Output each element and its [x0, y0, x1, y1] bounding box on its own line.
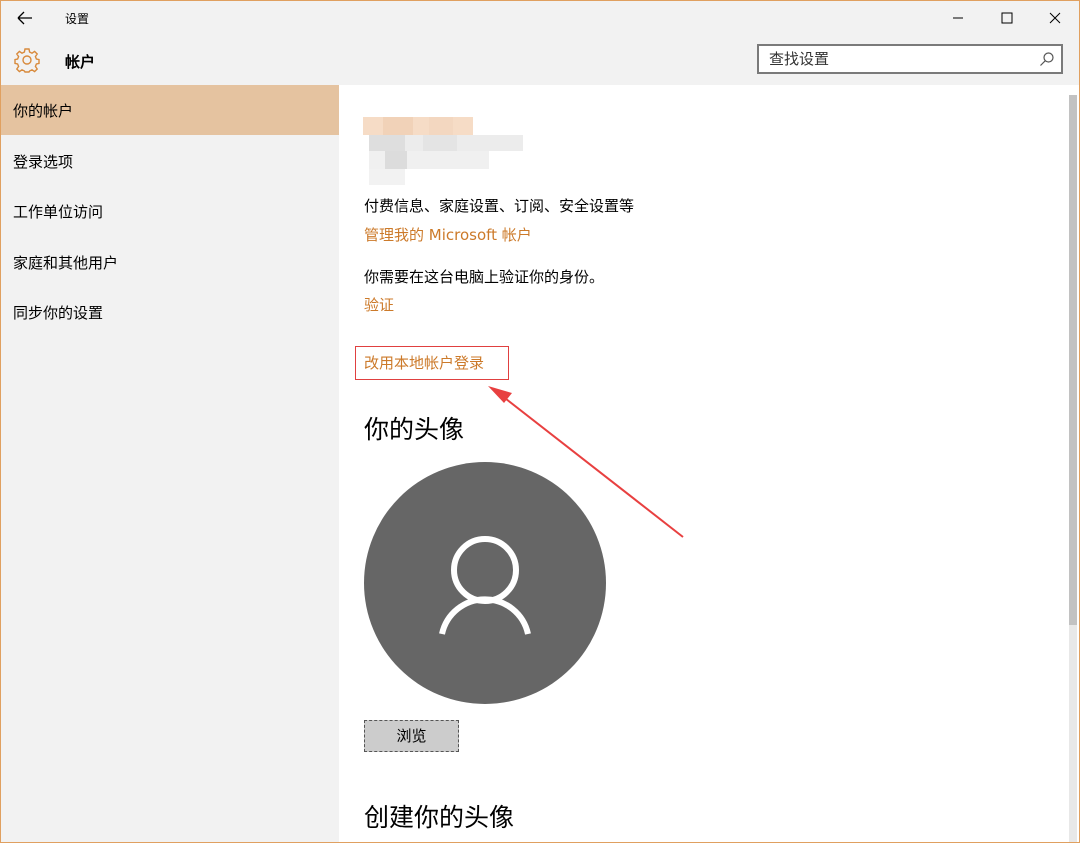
- create-avatar-section-title: 创建你的头像: [364, 803, 515, 832]
- page-title: 帐户: [65, 53, 96, 71]
- search-icon[interactable]: [1039, 51, 1055, 67]
- close-button[interactable]: [1032, 1, 1078, 35]
- sidebar-item-label: 你的帐户: [13, 102, 74, 120]
- avatar-section-title: 你的头像: [364, 415, 465, 444]
- gear-icon: [14, 48, 40, 73]
- maximize-button[interactable]: [984, 1, 1030, 35]
- avatar: [364, 462, 606, 704]
- sidebar-item-label: 同步你的设置: [13, 304, 104, 322]
- maximize-icon: [1001, 12, 1013, 24]
- sidebar-item-work-access[interactable]: 工作单位访问: [1, 186, 339, 236]
- sidebar-item-your-account[interactable]: 你的帐户: [1, 85, 339, 135]
- manage-microsoft-account-link[interactable]: 管理我的 Microsoft 帐户: [364, 224, 532, 245]
- account-info-text: 付费信息、家庭设置、订阅、安全设置等: [364, 197, 635, 215]
- sidebar-item-label: 登录选项: [13, 153, 74, 171]
- back-button[interactable]: [11, 5, 39, 31]
- sidebar: 你的帐户 登录选项 工作单位访问 家庭和其他用户 同步你的设置: [1, 85, 339, 842]
- sidebar-item-family-users[interactable]: 家庭和其他用户: [1, 237, 339, 287]
- minimize-button[interactable]: [935, 1, 981, 35]
- main-content: 付费信息、家庭设置、订阅、安全设置等 管理我的 Microsoft 帐户 你需要…: [339, 85, 1079, 842]
- sidebar-item-label: 工作单位访问: [13, 203, 104, 221]
- title-bar: 设置: [1, 1, 1079, 35]
- sidebar-item-label: 家庭和其他用户: [13, 254, 119, 272]
- scrollbar[interactable]: [1069, 95, 1077, 842]
- back-arrow-icon: [17, 11, 32, 25]
- search-box[interactable]: [757, 44, 1063, 74]
- verify-link[interactable]: 验证: [364, 294, 394, 315]
- sidebar-item-sign-in-options[interactable]: 登录选项: [1, 136, 339, 186]
- close-icon: [1049, 12, 1061, 24]
- verify-prompt-text: 你需要在这台电脑上验证你的身份。: [364, 268, 605, 286]
- page-header: 帐户: [1, 35, 1079, 85]
- user-icon: [439, 536, 531, 635]
- browse-button[interactable]: 浏览: [364, 720, 459, 752]
- settings-window: 设置 帐户 你的帐户: [0, 0, 1080, 843]
- minimize-icon: [953, 17, 963, 19]
- scroll-thumb[interactable]: [1069, 95, 1077, 625]
- switch-to-local-account-link[interactable]: 改用本地帐户登录: [364, 352, 484, 373]
- search-input[interactable]: [759, 46, 1039, 72]
- sidebar-item-sync-settings[interactable]: 同步你的设置: [1, 287, 339, 337]
- window-title: 设置: [65, 12, 90, 26]
